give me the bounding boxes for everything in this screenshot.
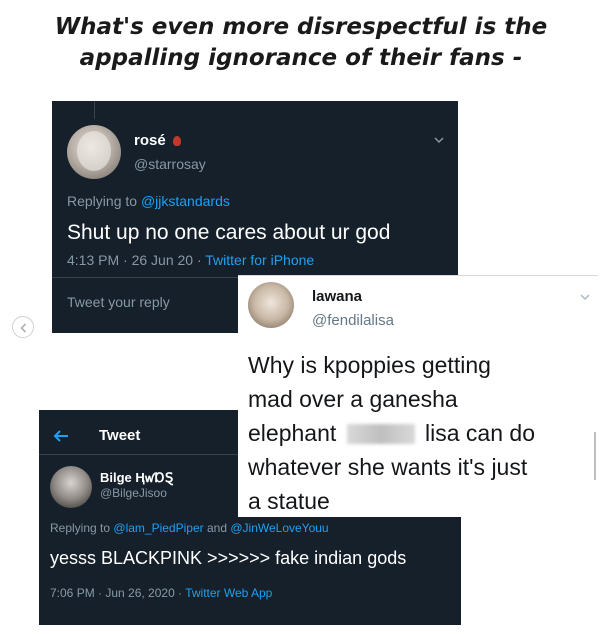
scrollbar[interactable] (594, 432, 596, 480)
censored-word (346, 424, 415, 444)
avatar[interactable] (50, 466, 92, 508)
mention-link-1[interactable]: @lam_PiedPiper (113, 521, 203, 535)
headline-line-2: appalling ignorance of their fans - (79, 45, 523, 71)
tweet-text: Shut up no one cares about ur god (67, 221, 391, 244)
rose-icon (172, 136, 181, 146)
tweet-text: Why is kpoppies getting mad over a ganes… (248, 352, 535, 514)
tweet-meta: 4:13 PM · 26 Jun 20 · Twitter for iPhone (67, 252, 315, 268)
display-name[interactable]: lawana (312, 288, 362, 305)
back-arrow-icon[interactable] (53, 429, 69, 443)
chevron-down-icon[interactable] (432, 133, 446, 147)
tweet-text: yesss BLACKPINK >>>>>> fake indian gods (50, 548, 407, 568)
handle[interactable]: @starrosay (134, 156, 206, 172)
replying-to: Replying to @lam_PiedPiper and @JinWeLov… (50, 521, 329, 535)
thread-line (94, 101, 95, 119)
headline: What's even more disrespectful is the ap… (0, 12, 602, 74)
source-link[interactable]: Twitter Web App (185, 586, 272, 600)
chevron-down-icon[interactable] (578, 290, 592, 304)
headline-line-1: What's even more disrespectful is the (54, 14, 548, 40)
replying-to: Replying to @jjkstandards (67, 193, 230, 209)
handle[interactable]: @BilgeJisoo (100, 486, 167, 500)
tweet-meta: 7:06 PM · Jun 26, 2020 · Twitter Web App (50, 586, 273, 600)
avatar[interactable] (248, 282, 294, 328)
page-title: Tweet (99, 427, 141, 444)
handle[interactable]: @fendilalisa (312, 312, 394, 329)
display-name[interactable]: Bilge ⱧꛃⱰⱾ (100, 468, 173, 486)
tweet-screenshot-lawana: lawana @fendilalisa Why is kpoppies gett… (238, 275, 598, 517)
mention-link-2[interactable]: @JinWeLoveYouu (230, 521, 328, 535)
reply-input[interactable]: Tweet your reply (67, 294, 170, 310)
mention-link[interactable]: @jjkstandards (141, 193, 230, 209)
carousel-prev-button[interactable] (12, 316, 34, 338)
chevron-left-icon (20, 323, 27, 333)
avatar[interactable] (67, 125, 121, 179)
source-link[interactable]: Twitter for iPhone (205, 252, 314, 268)
display-name[interactable]: rosé (134, 132, 181, 149)
